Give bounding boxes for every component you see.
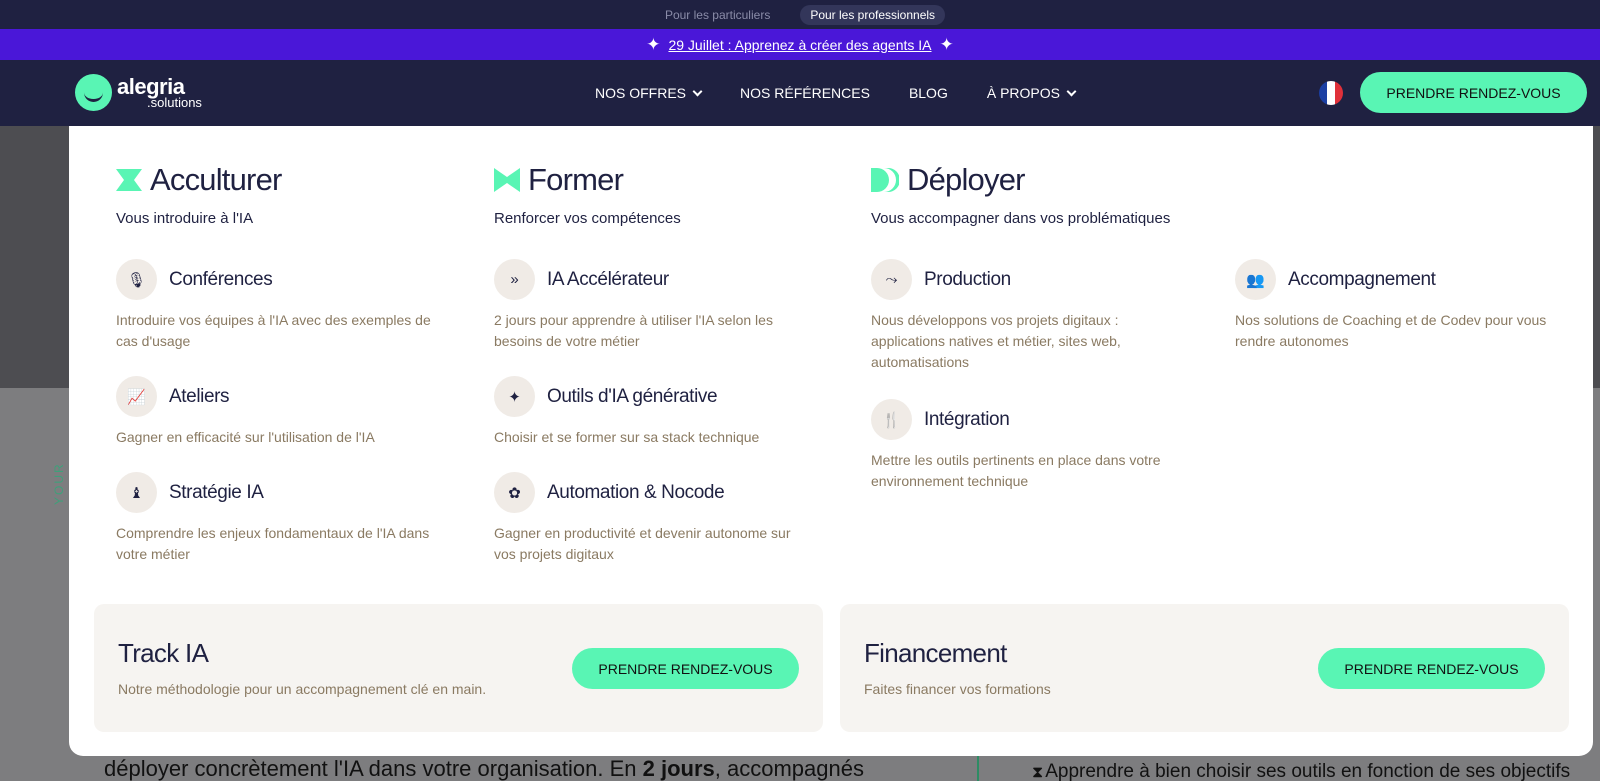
background-paragraph: déployer concrètement l'IA dans votre or… [104, 756, 864, 781]
track-ia-desc: Notre méthodologie pour un accompagnemen… [118, 681, 487, 697]
french-flag-icon[interactable] [1319, 81, 1343, 105]
fast-forward-icon: » [494, 259, 535, 300]
financement-title: Financement [864, 638, 1007, 668]
nav-apropos[interactable]: À PROPOS [987, 85, 1077, 101]
microphone-icon: 🎙 [116, 259, 157, 300]
menu-item-outils-ia[interactable]: ✦ Outils d'IA générative Choisir et se fo… [494, 376, 814, 448]
former-heading: Former [494, 162, 624, 198]
menu-item-strategie[interactable]: ♝ Stratégie IA Comprendre les enjeux fond… [116, 472, 436, 565]
track-ia-card: Track IA Notre méthodologie pour un acco… [94, 604, 823, 732]
play-shape-icon [871, 168, 899, 192]
nav-references[interactable]: NOS RÉFÉRENCES [740, 85, 870, 101]
logo-suffix: .solutions [147, 95, 202, 110]
presentation-board-icon: 📈 [116, 376, 157, 417]
menu-item-integration[interactable]: 🍴 Intégration Mettre les outils pertinent… [871, 399, 1191, 492]
menu-item-production[interactable]: ⤳ Production Nous développons vos projets… [871, 259, 1191, 373]
menu-item-ia-accelerateur[interactable]: » IA Accélérateur 2 jours pour apprendre … [494, 259, 814, 352]
bowtie-shape-icon [494, 168, 520, 192]
offers-mega-menu: Acculturer Vous introduire à l'IA 🎙 Confé… [69, 126, 1593, 756]
track-ia-appointment-button[interactable]: PRENDRE RENDEZ-VOUS [572, 648, 799, 689]
sparkle-icon: ✦ [939, 35, 954, 54]
chevron-down-icon [1066, 86, 1077, 96]
hourglass-shape-icon [116, 169, 142, 191]
financement-desc: Faites financer vos formations [864, 681, 1051, 697]
deployer-heading: Déployer [871, 162, 1025, 198]
audience-particuliers-link[interactable]: Pour les particuliers [655, 5, 780, 25]
vertical-caption: YOUR [52, 462, 66, 505]
book-appointment-button[interactable]: PRENDRE RENDEZ-VOUS [1360, 72, 1587, 113]
smile-logo-icon [75, 74, 112, 111]
financement-card: Financement Faites financer vos formatio… [840, 604, 1569, 732]
users-icon: 👥 [1235, 259, 1276, 300]
announcement-banner: ✦ 29 Juillet : Apprenez à créer des agen… [0, 29, 1600, 60]
chevron-down-icon [692, 86, 703, 96]
route-icon: ⤳ [871, 259, 912, 300]
menu-item-automation[interactable]: ✿ Automation & Nocode Gagner en productiv… [494, 472, 814, 565]
chess-piece-icon: ♝ [116, 472, 157, 513]
nav-menu: NOS OFFRES NOS RÉFÉRENCES BLOG À PROPOS [595, 60, 1114, 126]
audience-professionnels-link[interactable]: Pour les professionnels [800, 4, 946, 25]
menu-item-ateliers[interactable]: 📈 Ateliers Gagner en efficacité sur l'uti… [116, 376, 436, 448]
main-navbar: alegria .solutions NOS OFFRES NOS RÉFÉRE… [0, 60, 1600, 126]
deployer-subtitle: Vous accompagner dans vos problématiques [871, 210, 1171, 227]
menu-item-conferences[interactable]: 🎙 Conférences Introduire vos équipes à l'… [116, 259, 436, 352]
acculturer-subtitle: Vous introduire à l'IA [116, 210, 254, 227]
tools-icon: 🍴 [871, 399, 912, 440]
sparkle-icon: ✦ [646, 35, 661, 54]
background-list-item: ⧗ Apprendre à bien choisir ses outils en … [1032, 761, 1571, 781]
hourglass-icon: ⧗ [1032, 764, 1044, 781]
gear-icon: ✿ [494, 472, 535, 513]
audience-switcher: Pour les particuliers Pour les professio… [0, 0, 1600, 29]
logo[interactable]: alegria .solutions [75, 74, 202, 111]
former-subtitle: Renforcer vos compétences [494, 210, 681, 227]
track-ia-title: Track IA [118, 638, 209, 668]
sparkles-icon: ✦ [494, 376, 535, 417]
announcement-link[interactable]: 29 Juillet : Apprenez à créer des agents… [668, 37, 931, 53]
menu-item-accompagnement[interactable]: 👥 Accompagnement Nos solutions de Coachin… [1235, 259, 1555, 352]
nav-blog[interactable]: BLOG [909, 85, 948, 101]
financement-appointment-button[interactable]: PRENDRE RENDEZ-VOUS [1318, 648, 1545, 689]
nav-offres[interactable]: NOS OFFRES [595, 85, 703, 101]
acculturer-heading: Acculturer [116, 162, 282, 198]
background-divider [977, 755, 979, 781]
